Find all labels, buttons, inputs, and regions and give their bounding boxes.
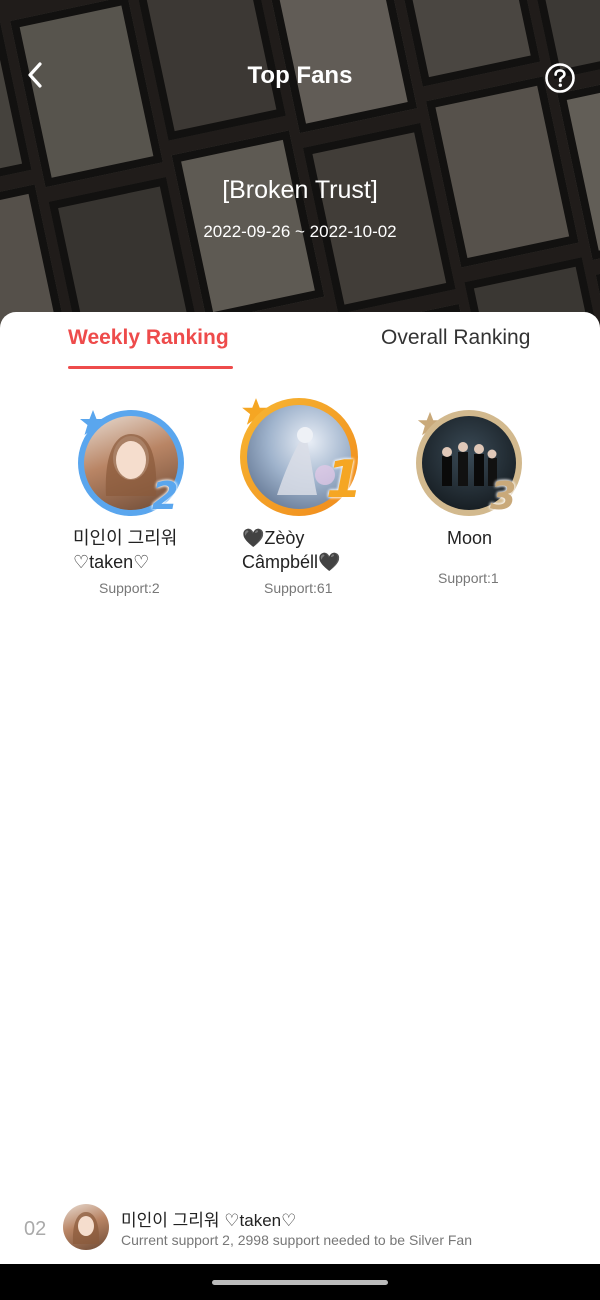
fan-name: 미인이 그리워 ♡taken♡ — [73, 528, 178, 572]
question-circle-icon — [545, 63, 575, 93]
rank-number: 2 — [152, 474, 179, 518]
date-range: 2022-09-26 ~ 2022-10-02 — [203, 222, 397, 241]
header-banner: Top Fans [Broken Trust] 2022-09-26 ~ 202… — [0, 0, 600, 340]
avatar[interactable] — [63, 1204, 109, 1250]
my-support-description: Current support 2, 2998 support needed t… — [121, 1232, 472, 1248]
system-navigation-bar — [0, 1264, 600, 1300]
my-fan-name: 미인이 그리워 ♡taken♡ — [121, 1211, 297, 1230]
top-bar: Top Fans — [0, 48, 600, 108]
fan-support: Support:2 — [99, 580, 160, 596]
help-button[interactable] — [544, 62, 576, 94]
tab-weekly-ranking[interactable]: Weekly Ranking — [68, 326, 229, 350]
active-tab-indicator — [68, 366, 233, 369]
fan-support: Support:1 — [438, 570, 499, 586]
book-title: [Broken Trust] — [222, 176, 378, 204]
my-rank-row: 02 미인이 그리워 ♡taken♡ Current support 2, 29… — [0, 1196, 600, 1264]
rank-number: 3 — [490, 474, 517, 518]
page-title: Top Fans — [247, 62, 353, 89]
podium-fan-rank-2[interactable]: 2 미인이 그리워 ♡taken♡ Support:2 — [60, 398, 210, 608]
fan-support: Support:61 — [264, 580, 333, 596]
podium-fan-rank-3[interactable]: 3 Moon Support:1 — [400, 398, 550, 608]
ranking-panel: Weekly Ranking Overall Ranking 2 미인이 그리워… — [0, 312, 600, 1202]
tab-overall-ranking[interactable]: Overall Ranking — [381, 326, 530, 350]
podium-fan-rank-1[interactable]: 1 🖤Zèòy Câmpbéll🖤 Support:61 — [230, 388, 380, 598]
home-indicator[interactable] — [212, 1280, 388, 1285]
fan-name: Moon — [447, 528, 493, 548]
rank-number: 1 — [326, 450, 363, 510]
my-rank-number: 02 — [24, 1218, 47, 1240]
fan-name: 🖤Zèòy Câmpbéll🖤 — [242, 528, 341, 572]
